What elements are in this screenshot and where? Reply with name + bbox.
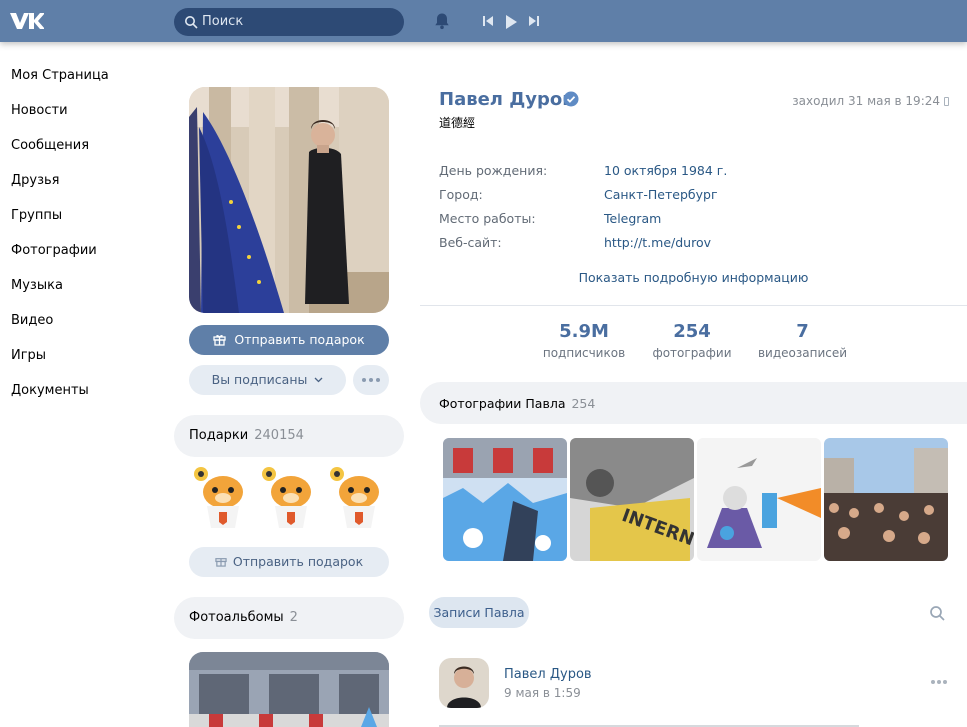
send-gift-secondary-label: Отправить подарок xyxy=(232,554,364,569)
divider xyxy=(420,305,967,306)
subscribed-button[interactable]: Вы подписаны xyxy=(189,365,346,395)
sidebar-item-my-page[interactable]: Моя Страница xyxy=(11,66,109,101)
sidebar-item-groups[interactable]: Группы xyxy=(11,206,109,241)
search-placeholder: Поиск xyxy=(202,14,244,29)
albums-header[interactable]: Фотоальбомы 2 xyxy=(174,597,404,639)
dot-icon xyxy=(937,680,941,684)
stat-number: 254 xyxy=(673,321,711,342)
albums-count: 2 xyxy=(289,610,298,625)
photos-header[interactable]: Фотографии Павла 254 xyxy=(420,382,967,424)
stat-photos[interactable]: 254 фотографии xyxy=(650,321,734,360)
post-date[interactable]: 9 мая в 1:59 xyxy=(504,686,581,700)
gift-icon xyxy=(215,558,227,567)
info-value[interactable]: 10 октября 1984 г. xyxy=(604,163,727,178)
albums-title: Фотоальбомы xyxy=(189,610,284,625)
photos-count: 254 xyxy=(571,396,596,411)
info-key: Место работы: xyxy=(439,211,536,226)
stat-number: 7 xyxy=(796,321,809,342)
top-bar: Поиск xyxy=(0,0,967,42)
bell-icon[interactable] xyxy=(433,12,451,30)
sidebar-item-news[interactable]: Новости xyxy=(11,101,109,136)
sidebar-item-video[interactable]: Видео xyxy=(11,311,109,346)
next-icon[interactable] xyxy=(528,14,540,28)
stat-label: фотографии xyxy=(652,346,732,360)
last-seen-text: заходил 31 мая в 19:24 xyxy=(792,94,940,108)
send-gift-secondary-button[interactable]: Отправить подарок xyxy=(189,547,389,577)
tab-posts[interactable]: Записи Павла xyxy=(429,597,529,628)
info-row-website: Веб-сайт: http://t.me/durov xyxy=(439,235,939,259)
send-gift-label: Отправить подарок xyxy=(234,332,365,347)
sidebar-item-messages[interactable]: Сообщения xyxy=(11,136,109,171)
info-row-birthday: День рождения: 10 октября 1984 г. xyxy=(439,163,939,187)
more-actions-button[interactable] xyxy=(353,365,389,395)
prev-icon[interactable] xyxy=(482,14,494,28)
profile-status: 道德經 xyxy=(439,116,476,130)
stat-videos[interactable]: 7 видеозаписей xyxy=(755,321,850,360)
dot-icon xyxy=(943,680,947,684)
post-author-avatar[interactable] xyxy=(439,658,489,708)
search-icon xyxy=(185,16,198,29)
photo-thumbnail[interactable] xyxy=(443,438,567,561)
gifts-count: 240154 xyxy=(254,428,304,443)
post-text-preview xyxy=(439,720,939,727)
dot-icon xyxy=(376,378,380,382)
dot-icon xyxy=(369,378,373,382)
gifts-header[interactable]: Подарки 240154 xyxy=(174,415,404,457)
post-menu-button[interactable] xyxy=(930,673,948,688)
gifts-list xyxy=(189,462,389,532)
post-author-name[interactable]: Павел Дуров xyxy=(504,667,592,682)
gifts-title: Подарки xyxy=(189,428,249,443)
stat-label: подписчиков xyxy=(542,346,626,360)
info-row-work: Место работы: Telegram xyxy=(439,211,939,235)
sidebar-item-music[interactable]: Музыка xyxy=(11,276,109,311)
profile-name: Павел Дуров xyxy=(439,89,574,110)
info-value[interactable]: http://t.me/durov xyxy=(604,235,711,250)
gift-icon xyxy=(213,335,227,346)
mobile-icon xyxy=(944,97,949,106)
subscribed-label: Вы подписаны xyxy=(211,372,308,387)
info-row-city: Город: Санкт-Петербург xyxy=(439,187,939,211)
dot-icon xyxy=(362,378,366,382)
sidebar-item-games[interactable]: Игры xyxy=(11,346,109,381)
photo-thumbnail[interactable] xyxy=(697,438,821,561)
photo-thumbnail[interactable]: INTERN xyxy=(570,438,694,561)
verified-icon[interactable] xyxy=(563,91,579,107)
info-key: Веб-сайт: xyxy=(439,235,502,250)
sidebar-menu: Моя Страница Новости Сообщения Друзья Гр… xyxy=(11,66,109,416)
chevron-down-icon xyxy=(314,377,323,383)
photo-thumbnail[interactable] xyxy=(824,438,948,561)
sidebar-item-photos[interactable]: Фотографии xyxy=(11,241,109,276)
gift-hamster-icon[interactable] xyxy=(259,462,319,530)
gift-hamster-icon[interactable] xyxy=(327,462,387,530)
gift-hamster-icon[interactable] xyxy=(191,462,251,530)
info-value[interactable]: Telegram xyxy=(604,211,661,226)
vk-logo-icon[interactable] xyxy=(8,9,44,33)
play-icon[interactable] xyxy=(504,14,518,30)
send-gift-button[interactable]: Отправить подарок xyxy=(189,325,389,355)
sidebar-item-documents[interactable]: Документы xyxy=(11,381,109,416)
last-seen: заходил 31 мая в 19:24 xyxy=(792,94,949,108)
search-input[interactable]: Поиск xyxy=(174,8,404,36)
photos-title: Фотографии Павла xyxy=(439,396,566,411)
sidebar-item-friends[interactable]: Друзья xyxy=(11,171,109,206)
stat-followers[interactable]: 5.9M подписчиков xyxy=(538,321,630,360)
info-key: День рождения: xyxy=(439,163,548,178)
album-cover[interactable] xyxy=(189,652,389,727)
show-more-info-link[interactable]: Показать подробную информацию xyxy=(420,270,967,285)
profile-info: День рождения: 10 октября 1984 г. Город:… xyxy=(439,163,939,259)
search-icon[interactable] xyxy=(929,605,945,621)
info-value[interactable]: Санкт-Петербург xyxy=(604,187,718,202)
dot-icon xyxy=(931,680,935,684)
info-key: Город: xyxy=(439,187,483,202)
stat-number: 5.9M xyxy=(559,321,609,342)
profile-avatar[interactable] xyxy=(189,87,389,313)
stat-label: видеозаписей xyxy=(757,346,848,360)
